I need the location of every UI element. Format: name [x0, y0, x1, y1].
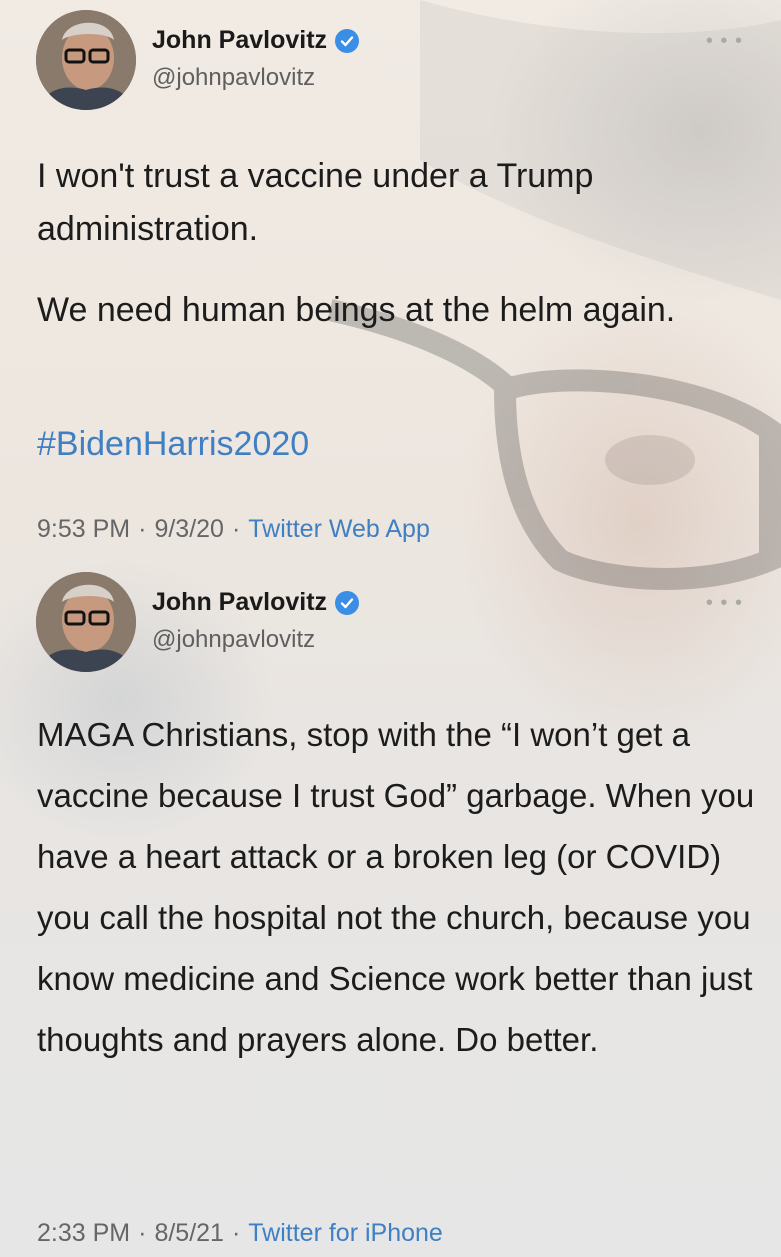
author-handle[interactable]: @johnpavlovitz [152, 64, 315, 92]
tweet-text-paragraph: MAGA Christians, stop with the “I won’t … [37, 716, 755, 1058]
author-handle[interactable]: @johnpavlovitz [152, 626, 315, 654]
tweet-text-paragraph: I won't trust a vaccine under a Trump ad… [37, 157, 594, 248]
tweet-text-paragraph: We need human beings at the helm again. [37, 291, 676, 329]
avatar[interactable] [36, 572, 136, 672]
author-name[interactable]: John Pavlovitz [152, 26, 327, 55]
tweet-source-link[interactable]: Twitter Web App [248, 515, 430, 544]
tweet-meta: 9:53 PM · 9/3/20 · Twitter Web App [37, 515, 430, 544]
tweet-time[interactable]: 9:53 PM [37, 515, 130, 544]
separator-dot: · [231, 1219, 241, 1247]
avatar[interactable] [36, 10, 136, 110]
verified-badge-icon [335, 28, 360, 53]
tweet-source-link[interactable]: Twitter for iPhone [248, 1219, 443, 1248]
separator-dot: · [231, 515, 241, 543]
separator-dot: · [138, 515, 147, 543]
hashtag-link[interactable]: #BidenHarris2020 [37, 418, 309, 471]
author-row: John Pavlovitz [152, 588, 360, 617]
tweet-date[interactable]: 9/3/20 [154, 515, 224, 544]
ellipsis-icon[interactable]: • • • [706, 592, 743, 615]
tweet-time[interactable]: 2:33 PM [37, 1219, 130, 1248]
ellipsis-icon[interactable]: • • • [706, 30, 743, 53]
separator-dot: · [138, 1219, 147, 1247]
tweet-date[interactable]: 8/5/21 [154, 1219, 224, 1248]
author-row: John Pavlovitz [152, 26, 360, 55]
author-name[interactable]: John Pavlovitz [152, 588, 327, 617]
tweet-meta: 2:33 PM · 8/5/21 · Twitter for iPhone [37, 1219, 443, 1248]
verified-badge-icon [335, 590, 360, 615]
